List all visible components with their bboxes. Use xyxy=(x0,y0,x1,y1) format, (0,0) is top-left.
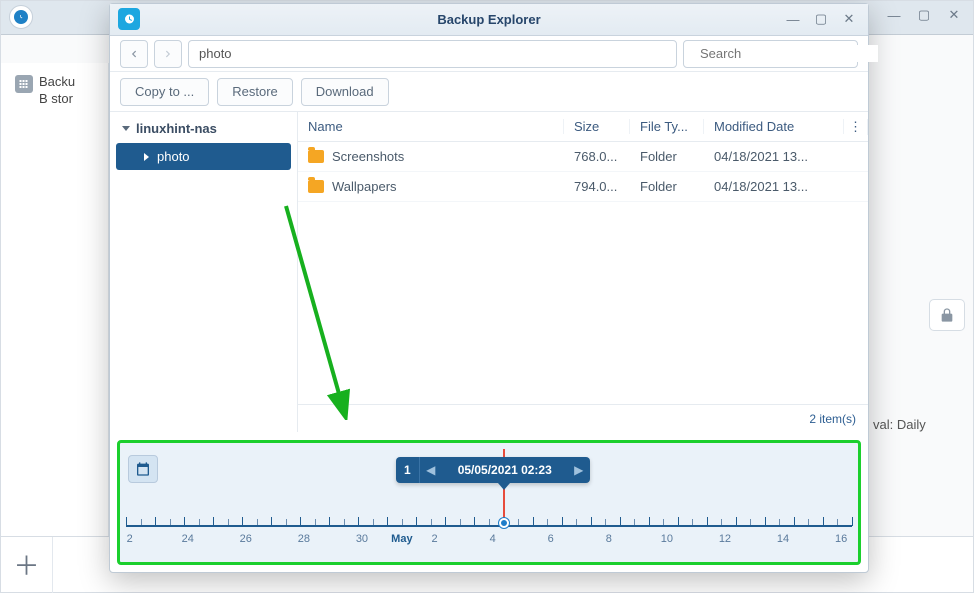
chevron-right-icon xyxy=(144,153,149,161)
tick-label: 30 xyxy=(356,533,368,545)
tick-label: 26 xyxy=(240,533,252,545)
bg-minimize-button[interactable]: — xyxy=(881,4,907,26)
copy-to-button[interactable]: Copy to ... xyxy=(120,78,209,106)
window-title: Backup Explorer xyxy=(437,12,540,27)
backup-explorer-window: Backup Explorer — ▢ ✕ photo Copy to ... … xyxy=(109,3,869,573)
column-headers: Name Size File Ty... Modified Date ⋮ xyxy=(298,112,868,142)
col-more-icon[interactable]: ⋮ xyxy=(844,119,868,135)
timeline-marker[interactable] xyxy=(499,518,509,528)
tick-label: 6 xyxy=(548,533,554,545)
tick-label: 2 xyxy=(431,533,437,545)
add-button[interactable]: ＋ xyxy=(1,537,53,593)
tree-item-photo[interactable]: photo xyxy=(116,143,291,170)
col-date[interactable]: Modified Date xyxy=(704,119,844,134)
badge-pointer-icon xyxy=(498,483,510,490)
nav-forward-button[interactable] xyxy=(154,40,182,68)
tick-label: May xyxy=(391,533,412,545)
tick-label: 24 xyxy=(182,533,194,545)
task-item[interactable]: Backu B stor xyxy=(39,73,75,107)
tick-label: 12 xyxy=(719,533,731,545)
maximize-button[interactable]: ▢ xyxy=(808,8,834,30)
folder-icon xyxy=(308,180,324,193)
col-type[interactable]: File Ty... xyxy=(630,119,704,134)
schedule-info: val: Daily xyxy=(873,417,926,432)
timeline-ruler[interactable] xyxy=(126,521,852,529)
table-row[interactable]: Screenshots768.0...Folder04/18/2021 13..… xyxy=(298,142,868,172)
app-logo-icon xyxy=(9,5,33,29)
nav-back-button[interactable] xyxy=(120,40,148,68)
col-name[interactable]: Name xyxy=(298,119,564,134)
search-box[interactable] xyxy=(683,40,858,68)
tick-label: 2 xyxy=(127,533,133,545)
chevron-down-icon xyxy=(122,126,130,131)
timeline-date: 05/05/2021 02:23 xyxy=(442,457,568,483)
timeline-panel: 1 ◀ 05/05/2021 02:23 ▶ 224262830May24681… xyxy=(117,440,861,565)
tick-label: 4 xyxy=(490,533,496,545)
close-button[interactable]: ✕ xyxy=(836,8,862,30)
lock-button[interactable] xyxy=(929,299,965,331)
tick-label: 8 xyxy=(606,533,612,545)
bg-close-button[interactable]: ✕ xyxy=(941,4,967,26)
timeline-next-button[interactable]: ▶ xyxy=(568,457,590,483)
calendar-grid-icon xyxy=(15,75,33,93)
item-count: 2 item(s) xyxy=(298,404,868,432)
task-label-2: B stor xyxy=(39,91,73,106)
folder-tree: linuxhint-nas photo xyxy=(110,112,298,432)
col-size[interactable]: Size xyxy=(564,119,630,134)
breadcrumb[interactable]: photo xyxy=(188,40,677,68)
table-row[interactable]: Wallpapers794.0...Folder04/18/2021 13... xyxy=(298,172,868,202)
calendar-button[interactable] xyxy=(128,455,158,483)
minimize-button[interactable]: — xyxy=(780,8,806,30)
tick-label: 10 xyxy=(661,533,673,545)
folder-icon xyxy=(308,150,324,163)
tick-label: 16 xyxy=(835,533,847,545)
tick-label: 28 xyxy=(298,533,310,545)
task-label-1: Backu xyxy=(39,74,75,89)
download-button[interactable]: Download xyxy=(301,78,389,106)
version-count: 1 xyxy=(396,457,420,483)
timeline-date-badge: 1 ◀ 05/05/2021 02:23 ▶ xyxy=(396,457,590,483)
tick-label: 14 xyxy=(777,533,789,545)
tree-root[interactable]: linuxhint-nas xyxy=(116,116,291,141)
timeline-prev-button[interactable]: ◀ xyxy=(420,457,442,483)
restore-button[interactable]: Restore xyxy=(217,78,293,106)
app-icon xyxy=(118,8,140,30)
bg-maximize-button[interactable]: ▢ xyxy=(911,4,937,26)
search-input[interactable] xyxy=(698,45,878,62)
